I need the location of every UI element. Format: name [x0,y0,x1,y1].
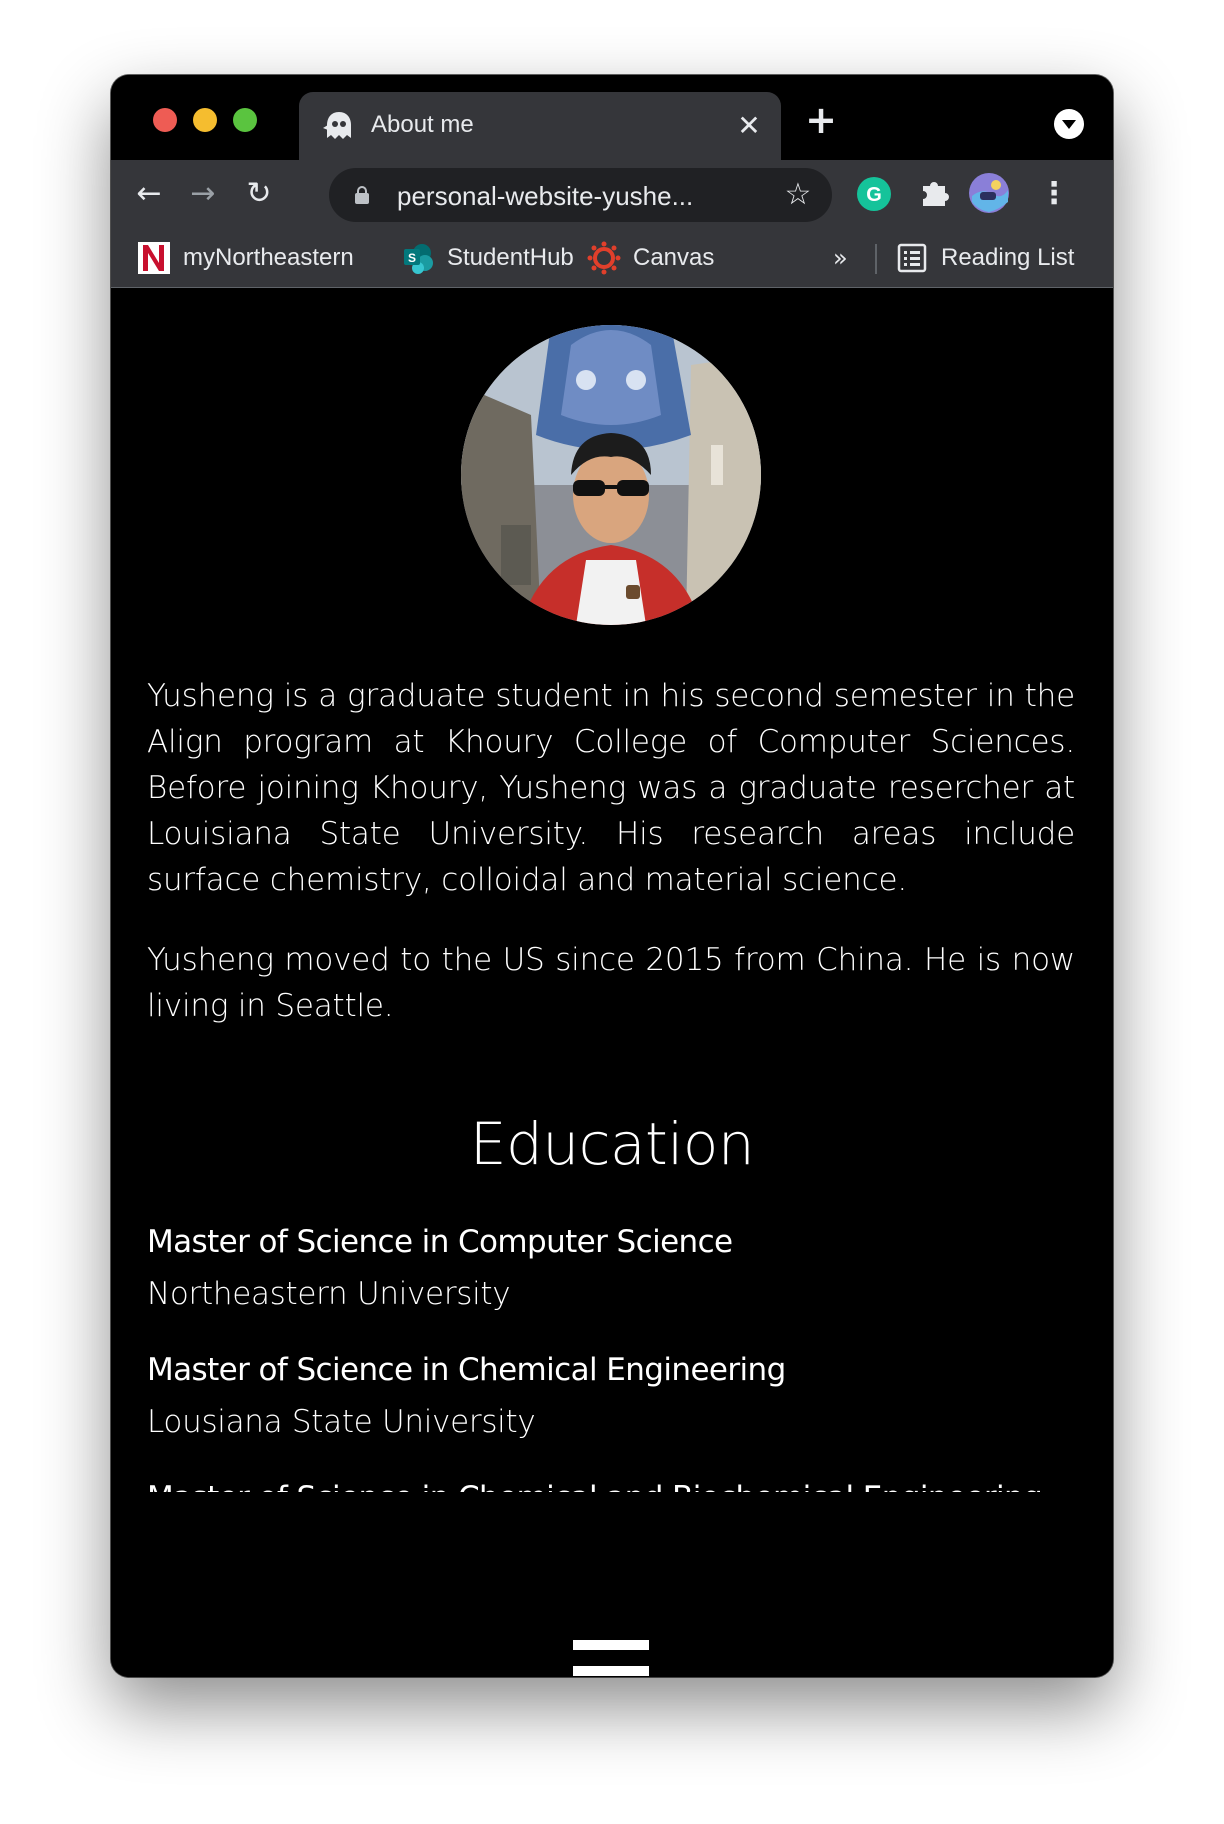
education-heading: Education [469,1110,755,1178]
reading-list-button[interactable]: Reading List [895,240,1074,276]
profile-photo-image [461,325,761,625]
sharepoint-icon: S [404,244,433,274]
new-tab-button[interactable]: + [805,101,837,139]
browser-toolbar: ← → ↻ personal-website-yushe... ☆ G ⋮ [111,160,1113,228]
tab-search-button[interactable] [1054,109,1084,139]
browser-window: About me ✕ + ← → ↻ personal-website-yush… [111,75,1113,1677]
bookmark-canvas[interactable]: Canvas [587,240,714,276]
bio-paragraph: Yusheng is a graduate student in his sec… [147,678,1075,898]
browser-menu-icon[interactable]: ⋮ [1034,174,1074,214]
more-bookmarks-chevron-icon[interactable]: » [833,240,848,276]
tab-close-icon[interactable]: ✕ [735,112,763,140]
reading-list-label: Reading List [941,244,1075,271]
profile-avatar[interactable] [968,172,1010,214]
bookmark-label: StudentHub [447,244,574,271]
education-item: Master of Science in Chemical and Bioche… [147,1472,1075,1492]
bio-paragraph: Yusheng moved to the US since 2015 from … [147,942,1075,1024]
svg-text:G: G [866,184,882,206]
window-maximize-button[interactable] [233,108,257,132]
education-item: Master of Science in Chemical Engineerin… [147,1344,1075,1448]
url-text[interactable]: personal-website-yushe... [397,181,693,212]
degree-title: Master of Science in Chemical Engineerin… [147,1352,786,1388]
bookmark-star-icon[interactable]: ☆ [781,178,815,212]
bookmark-studenthub[interactable]: S StudentHub [401,240,574,276]
education-item: Master of Science in Computer Science No… [147,1216,1075,1320]
degree-title: Master of Science in Computer Science [147,1224,733,1260]
tab-about-me[interactable]: About me ✕ [299,92,781,160]
education-list: Master of Science in Computer Science No… [147,1216,1075,1492]
profile-photo [461,325,761,625]
window-minimize-button[interactable] [193,108,217,132]
extensions-puzzle-icon[interactable] [917,176,951,210]
school-name: Northeastern University [147,1276,511,1312]
window-close-button[interactable] [153,108,177,132]
canvas-icon [587,241,621,275]
tab-strip: About me ✕ + [111,75,1113,160]
forward-arrow-icon[interactable]: → [183,174,223,214]
grammarly-icon[interactable]: G [856,176,892,212]
reload-icon[interactable]: ↻ [239,174,279,214]
school-name: Lousiana State University [147,1404,536,1440]
bookmark-label: myNortheastern [183,244,354,271]
bookmark-label: Canvas [633,244,715,271]
page-content: Yusheng is a graduate student in his sec… [111,288,1113,1677]
lock-icon [355,186,369,204]
bookmarks-bar: myNortheastern S StudentHub Canvas » Rea… [111,228,1113,288]
reading-list-icon [897,243,927,273]
hamburger-menu-icon[interactable] [573,1640,649,1677]
ghost-icon [323,112,351,139]
tab-title: About me [371,111,474,138]
bookmark-mynortheastern[interactable]: myNortheastern [137,240,354,276]
back-arrow-icon[interactable]: ← [129,174,169,214]
bio-section: Yusheng is a graduate student in his sec… [147,673,1075,1029]
address-bar[interactable]: personal-website-yushe... ☆ [329,168,832,222]
bookmarks-divider [875,244,877,274]
svg-text:S: S [408,251,416,265]
degree-title: Master of Science in Chemical and Bioche… [147,1472,1075,1492]
northeastern-n-icon [138,242,170,274]
